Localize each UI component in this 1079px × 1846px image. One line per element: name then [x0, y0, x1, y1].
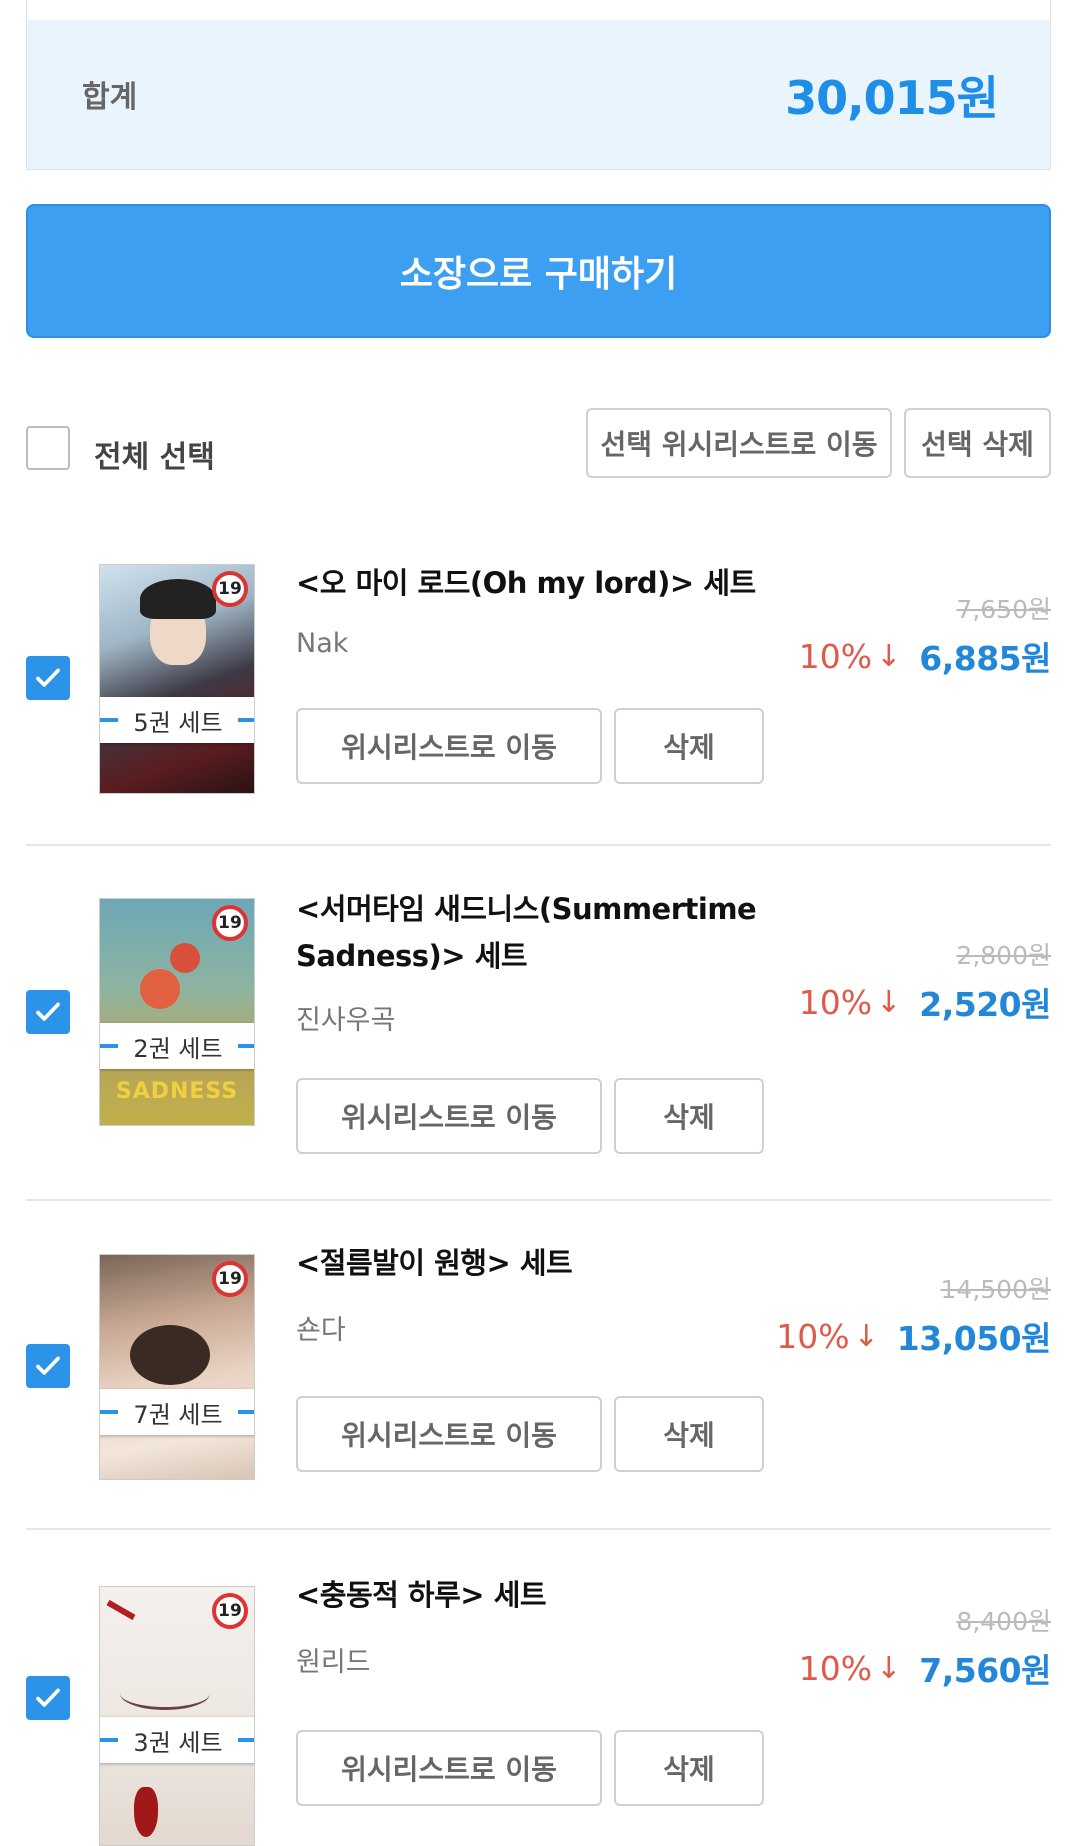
delete-selected-button[interactable]: 선택 삭제 — [904, 408, 1051, 478]
item-title[interactable]: <충동적 하루> 세트 — [296, 1572, 826, 1619]
cover-splatter — [134, 1787, 158, 1837]
divider — [26, 1199, 1051, 1201]
cart-item: 19 2권 세트 SADNESS <서머타임 새드니스(Summertime S… — [26, 886, 1052, 1154]
discount-value: 10% — [798, 982, 873, 1022]
book-cover[interactable]: 19 5권 세트 — [99, 564, 255, 794]
age-rating-badge: 19 — [212, 1261, 248, 1297]
item-checkbox[interactable] — [26, 1344, 70, 1388]
age-rating-badge: 19 — [212, 571, 248, 607]
original-price: 2,800원 — [956, 941, 1051, 970]
cover-figure — [130, 1325, 210, 1385]
age-rating-badge: 19 — [212, 905, 248, 941]
cover-script — [120, 1677, 210, 1710]
discount-value: 10% — [798, 1648, 873, 1688]
check-icon — [36, 1688, 60, 1707]
final-price: 6,885원 — [919, 639, 1051, 678]
select-all-checkbox[interactable] — [26, 426, 70, 470]
set-count-tag: 2권 세트 — [100, 1023, 254, 1069]
cover-hair — [140, 579, 216, 619]
move-selected-to-wishlist-button[interactable]: 선택 위시리스트로 이동 — [586, 408, 892, 478]
divider — [26, 1528, 1051, 1530]
cart-item: 19 7권 세트 <절름발이 원행> 세트 숀다 14,500원 10% ↓ 13… — [26, 1240, 1052, 1480]
divider — [26, 844, 1051, 846]
item-author[interactable]: 진사우곡 — [296, 998, 395, 1037]
price-line: 10% ↓ 2,520원 — [799, 978, 1052, 1026]
book-cover[interactable]: 19 3권 세트 — [99, 1586, 255, 1846]
delete-button[interactable]: 삭제 — [614, 1396, 764, 1472]
set-count-tag: 5권 세트 — [100, 697, 254, 743]
discount-rate: 10% ↓ — [799, 1649, 902, 1688]
arrow-down-icon: ↓ — [876, 984, 902, 1020]
discount-rate: 10% ↓ — [776, 1317, 879, 1356]
item-title[interactable]: <서머타임 새드니스(Summertime Sadness)> 세트 — [296, 886, 826, 980]
price-line: 10% ↓ 7,560원 — [799, 1644, 1052, 1692]
delete-button[interactable]: 삭제 — [614, 1730, 764, 1806]
item-author[interactable]: 숀다 — [296, 1308, 346, 1347]
set-count-tag: 7권 세트 — [100, 1389, 254, 1435]
item-title[interactable]: <오 마이 로드(Oh my lord)> 세트 — [296, 560, 826, 607]
check-icon — [36, 1002, 60, 1021]
item-title[interactable]: <절름발이 원행> 세트 — [296, 1240, 826, 1287]
arrow-down-icon: ↓ — [876, 638, 902, 674]
discount-rate: 10% ↓ — [799, 983, 902, 1022]
discount-rate: 10% ↓ — [799, 637, 902, 676]
cover-fruit — [140, 969, 180, 1009]
discount-value: 10% — [798, 636, 873, 676]
cart-panel-bottom — [26, 0, 1051, 20]
total-summary: 합계 30,015원 — [26, 0, 1051, 170]
final-price: 2,520원 — [919, 985, 1051, 1024]
select-all-label[interactable]: 전체 선택 — [94, 432, 215, 476]
selection-toolbar: 전체 선택 선택 위시리스트로 이동 선택 삭제 — [26, 408, 1051, 480]
arrow-down-icon: ↓ — [876, 1650, 902, 1686]
age-rating-badge: 19 — [212, 1593, 248, 1629]
item-author[interactable]: Nak — [296, 628, 348, 659]
book-cover[interactable]: 19 2권 세트 SADNESS — [99, 898, 255, 1126]
price-line: 10% ↓ 6,885원 — [799, 632, 1052, 680]
price-line: 10% ↓ 13,050원 — [776, 1312, 1051, 1360]
arrow-down-icon: ↓ — [853, 1318, 879, 1354]
cart-item: 19 5권 세트 <오 마이 로드(Oh my lord)> 세트 Nak 7,… — [26, 560, 1051, 800]
buy-button[interactable]: 소장으로 구매하기 — [26, 204, 1051, 338]
total-value: 30,015원 — [785, 71, 999, 125]
move-to-wishlist-button[interactable]: 위시리스트로 이동 — [296, 1078, 602, 1154]
check-icon — [36, 1356, 60, 1375]
discount-value: 10% — [776, 1316, 850, 1356]
cover-fruit — [170, 943, 200, 973]
item-checkbox[interactable] — [26, 1676, 70, 1720]
move-to-wishlist-button[interactable]: 위시리스트로 이동 — [296, 708, 602, 784]
item-checkbox[interactable] — [26, 656, 70, 700]
book-cover[interactable]: 19 7권 세트 — [99, 1254, 255, 1480]
move-to-wishlist-button[interactable]: 위시리스트로 이동 — [296, 1396, 602, 1472]
total-label: 합계 — [82, 80, 138, 115]
delete-button[interactable]: 삭제 — [614, 1078, 764, 1154]
item-author[interactable]: 원리드 — [296, 1640, 371, 1679]
original-price: 14,500원 — [940, 1275, 1051, 1304]
original-price: 7,650원 — [956, 595, 1051, 624]
cart-item: 19 3권 세트 <충동적 하루> 세트 원리드 8,400원 10% ↓ 7,5… — [26, 1572, 1051, 1846]
final-price: 13,050원 — [896, 1319, 1052, 1358]
check-icon — [36, 668, 60, 687]
original-price: 8,400원 — [956, 1607, 1051, 1636]
move-to-wishlist-button[interactable]: 위시리스트로 이동 — [296, 1730, 602, 1806]
final-price: 7,560원 — [919, 1651, 1051, 1690]
set-count-tag: 3권 세트 — [100, 1717, 254, 1763]
cover-title-text: SADNESS — [115, 1079, 239, 1104]
delete-button[interactable]: 삭제 — [614, 708, 764, 784]
item-checkbox[interactable] — [26, 990, 70, 1034]
